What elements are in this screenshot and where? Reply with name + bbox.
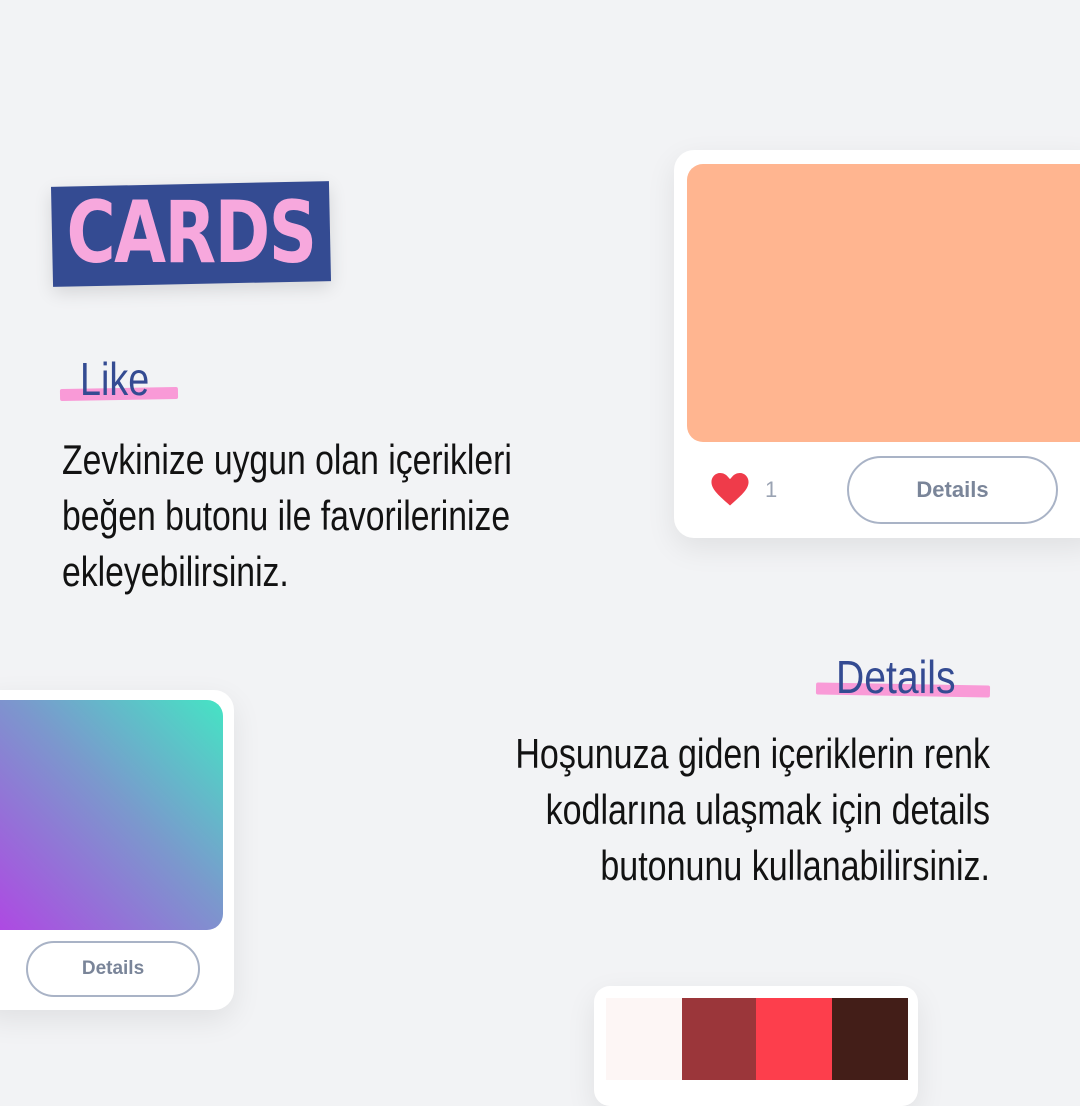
color-card-peach: 1 Details	[674, 150, 1080, 538]
heart-icon[interactable]	[711, 473, 749, 507]
details-button[interactable]: Details	[26, 941, 200, 997]
palette-swatch-2[interactable]	[682, 998, 756, 1080]
details-description-line: Hoşunuza giden içeriklerin renk	[515, 730, 990, 777]
color-swatch[interactable]	[687, 164, 1080, 442]
like-heading: Like	[80, 353, 150, 405]
like-description-line: ekleyebilirsiniz.	[62, 548, 289, 595]
palette-swatch-4[interactable]	[832, 998, 908, 1080]
details-description-line: kodlarına ulaşmak için details	[545, 786, 990, 833]
details-description: Hoşunuza giden içeriklerin renk kodların…	[515, 726, 990, 894]
like-description: Zevkinize uygun olan içerikleri beğen bu…	[62, 432, 512, 600]
like-description-line: beğen butonu ile favorilerinize	[62, 492, 511, 539]
like-count: 1	[765, 477, 778, 502]
title-badge-text: CARDS	[66, 183, 318, 283]
like-description-line: Zevkinize uygun olan içerikleri	[62, 436, 512, 483]
palette-swatch-1[interactable]	[606, 998, 682, 1080]
details-button[interactable]: Details	[847, 456, 1058, 524]
palette-swatch-3[interactable]	[756, 998, 832, 1080]
details-heading: Details	[836, 651, 956, 703]
color-card-gradient: Details	[0, 690, 234, 1010]
details-description-line: butonunu kullanabilirsiniz.	[600, 842, 990, 889]
gradient-swatch[interactable]	[0, 700, 223, 930]
